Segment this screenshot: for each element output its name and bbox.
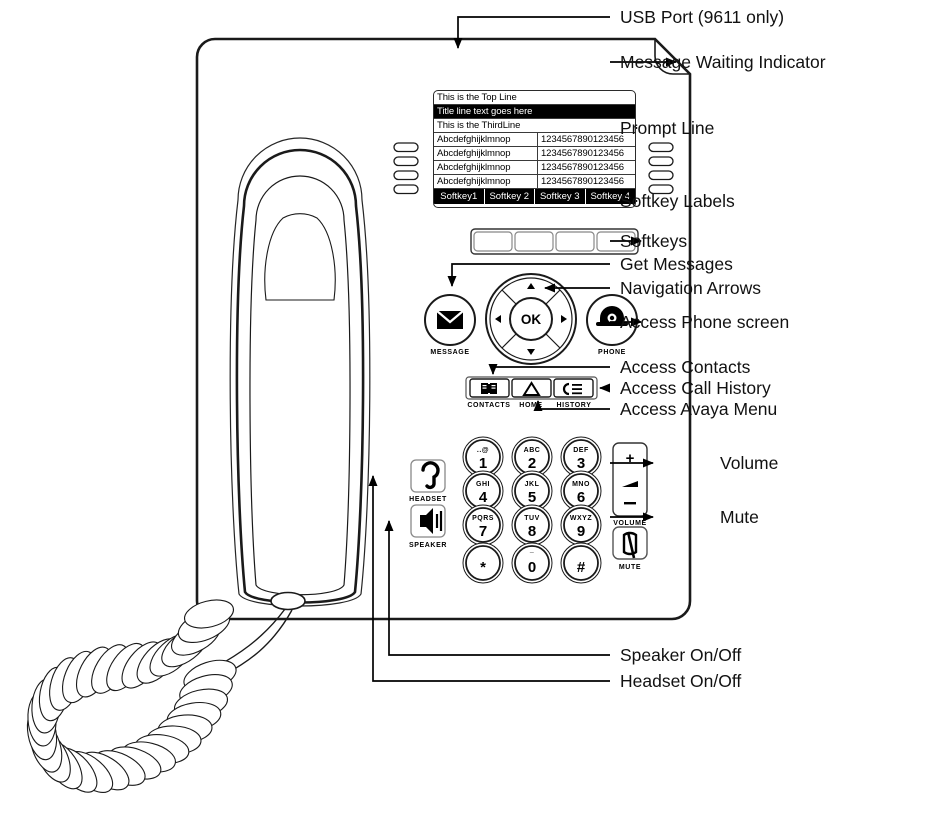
callout-access-contacts: Access Contacts <box>620 357 751 377</box>
lcd-softkey-bar: Softkey1 Softkey 2 Softkey 3 Softkey 4 <box>434 189 635 204</box>
call-row-right: 1234567890123456 <box>541 162 624 173</box>
callout-mute: Mute <box>720 507 759 527</box>
handset-cord <box>26 599 293 793</box>
lcd-call-row[interactable]: Abcdefghijklmnop 1234567890123456 <box>434 161 635 175</box>
message-button[interactable] <box>424 294 476 346</box>
lcd-call-row[interactable]: Abcdefghijklmnop 1234567890123456 <box>434 133 635 147</box>
lcd-title-line: Title line text goes here <box>434 105 635 119</box>
call-row-left: Abcdefghijklmnop <box>437 176 511 187</box>
softkey-label-1[interactable]: Softkey1 <box>434 189 485 204</box>
call-row-right: 1234567890123456 <box>541 134 624 145</box>
headset-button[interactable] <box>410 459 446 493</box>
diagram-canvas: This is the Top Line Title line text goe… <box>0 0 939 833</box>
callout-access-avaya-menu: Access Avaya Menu <box>620 399 778 419</box>
callout-usb-port: USB Port (9611 only) <box>620 7 785 27</box>
keypad-circles[interactable] <box>462 436 602 584</box>
call-row-right: 1234567890123456 <box>541 176 624 187</box>
lcd-third-line: This is the ThirdLine <box>434 119 635 133</box>
phone-lcd-screen: This is the Top Line Title line text goe… <box>433 90 636 208</box>
callout-navigation-arrows: Navigation Arrows <box>620 278 762 298</box>
callout-get-messages: Get Messages <box>620 254 733 274</box>
callout-softkeys: Softkeys <box>620 231 688 251</box>
call-row-left: Abcdefghijklmnop <box>437 162 511 173</box>
callout-headset-on-off: Headset On/Off <box>620 671 742 691</box>
lcd-call-row[interactable]: Abcdefghijklmnop 1234567890123456 <box>434 175 635 189</box>
lcd-call-row[interactable]: Abcdefghijklmnop 1234567890123456 <box>434 147 635 161</box>
callout-message-waiting: Message Waiting Indicator <box>620 52 826 72</box>
lcd-top-line: This is the Top Line <box>434 91 635 105</box>
handset <box>229 137 371 611</box>
mute-button[interactable] <box>612 526 648 560</box>
softkey-label-2[interactable]: Softkey 2 <box>485 189 535 204</box>
speaker-button[interactable] <box>410 504 446 538</box>
call-row-right: 1234567890123456 <box>541 148 624 159</box>
call-row-left: Abcdefghijklmnop <box>437 134 511 145</box>
callout-access-call-history: Access Call History <box>620 378 771 398</box>
callout-softkey-labels: Softkey Labels <box>620 191 735 211</box>
callout-prompt-line: Prompt Line <box>620 118 715 138</box>
call-row-left: Abcdefghijklmnop <box>437 148 511 159</box>
callout-access-phone-screen: Access Phone screen <box>620 312 790 332</box>
feature-button-row[interactable] <box>465 376 598 400</box>
volume-rocker[interactable] <box>612 442 648 517</box>
callout-volume: Volume <box>720 453 779 473</box>
softkey-label-3[interactable]: Softkey 3 <box>535 189 586 204</box>
callout-speaker-on-off: Speaker On/Off <box>620 645 742 665</box>
